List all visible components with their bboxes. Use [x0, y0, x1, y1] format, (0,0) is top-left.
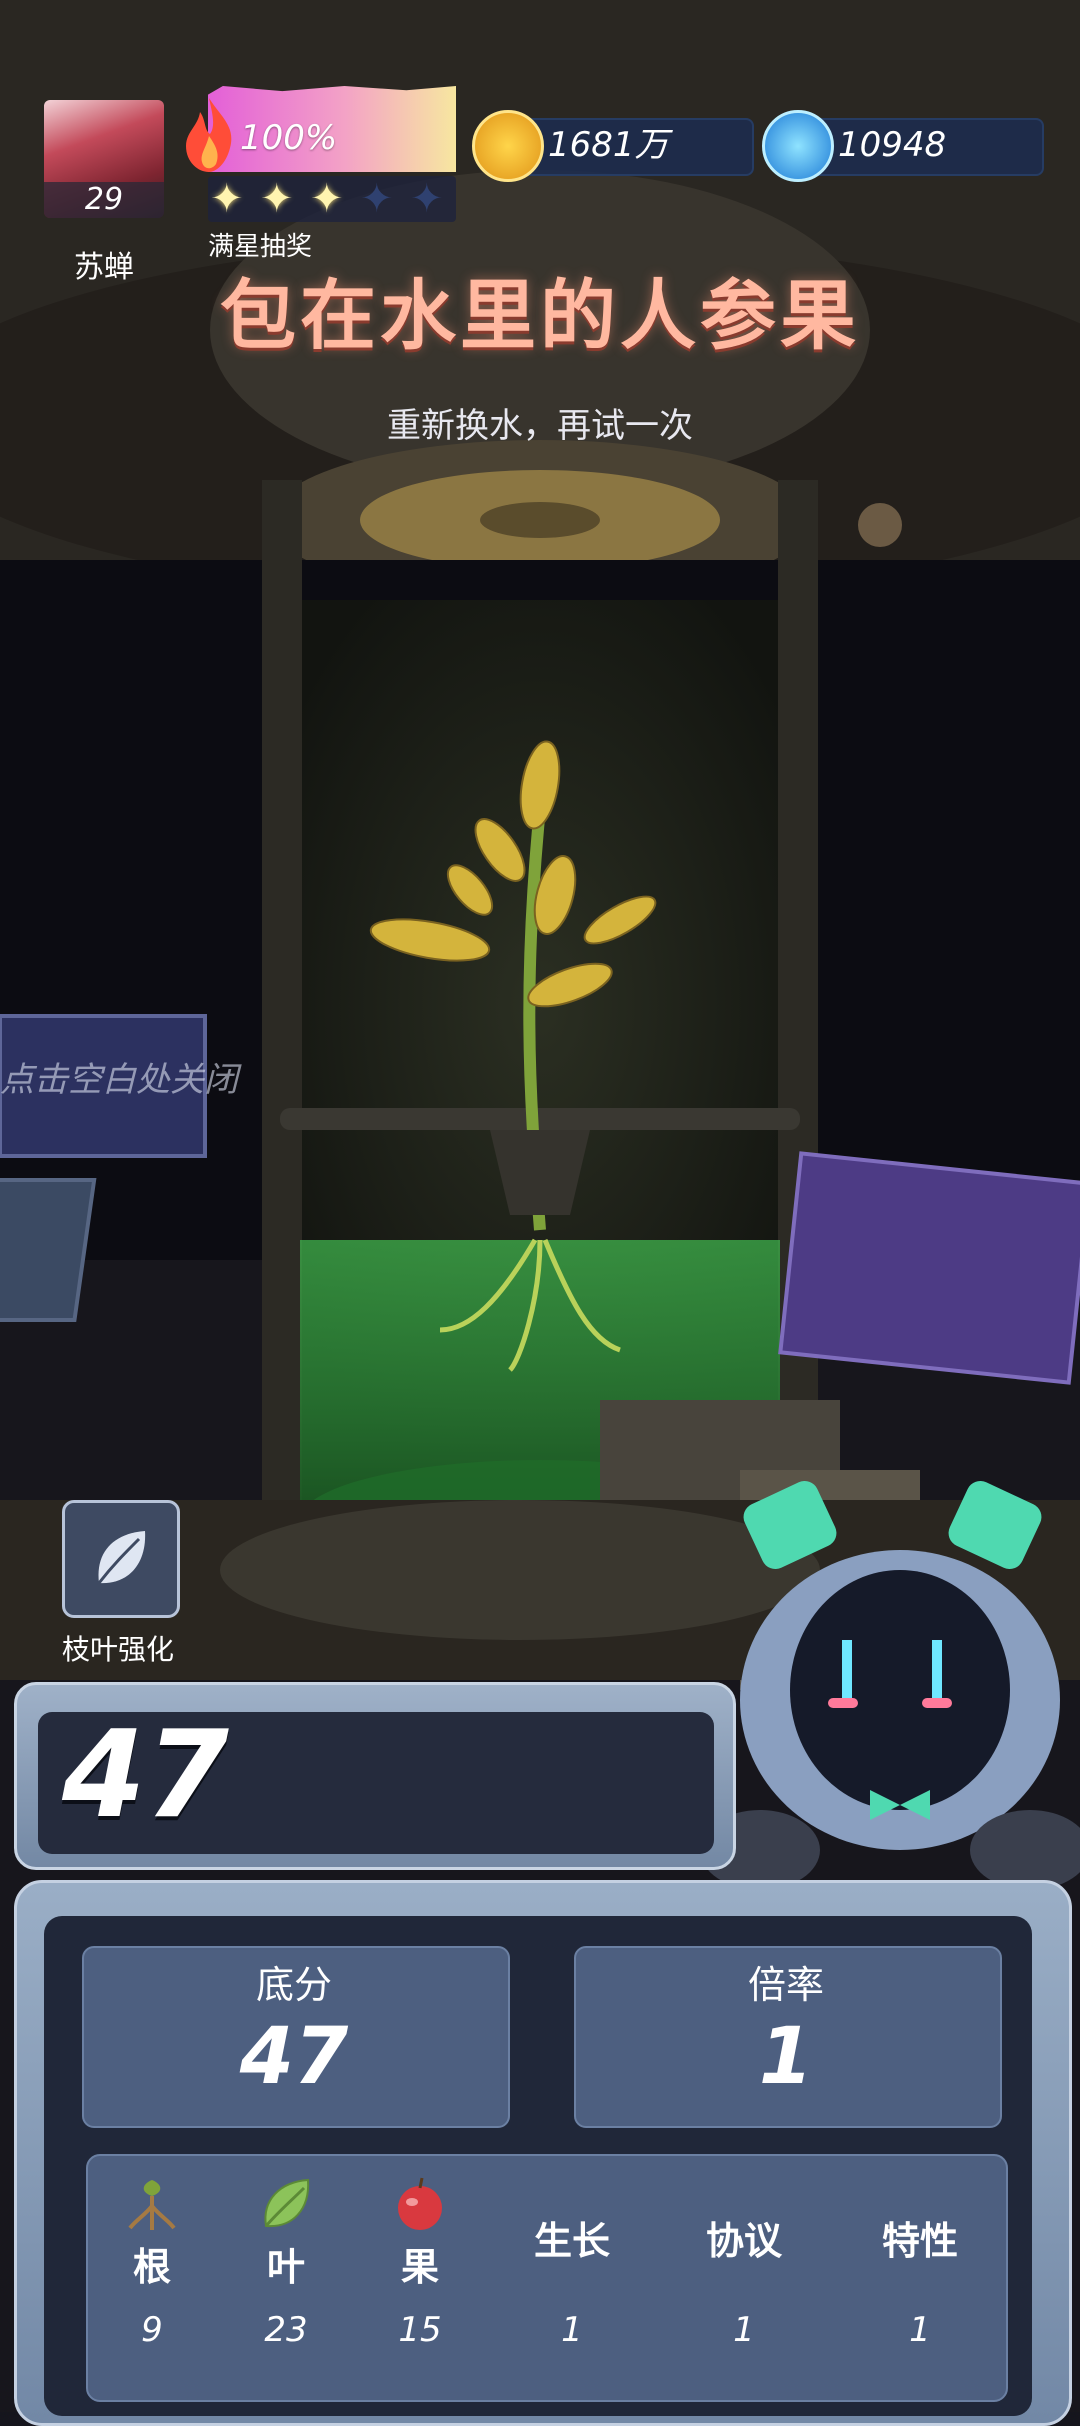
star-filled-icon: ✦ [210, 176, 244, 222]
leaf-label: 叶 [266, 2245, 305, 2289]
growth-label: 生长 [533, 2219, 610, 2263]
result-title: 包在水里的人参果 [220, 271, 860, 360]
breakdown-table [86, 2154, 1008, 2402]
leaf-enhance-label: 枝叶强化 [61, 1633, 174, 1666]
star-filled-icon: ✦ [260, 176, 294, 222]
close-hint[interactable]: 点击空白处关闭 [0, 1052, 238, 1101]
leaf-enhance-button[interactable] [62, 1500, 180, 1618]
trait-value: 1 [909, 2310, 931, 2350]
gem-icon [762, 110, 834, 182]
flame-icon [186, 98, 232, 172]
player-avatar[interactable]: 29 [44, 100, 164, 218]
leaf-icon [264, 2178, 310, 2228]
star-filled-icon: ✦ [310, 176, 344, 222]
star-empty-icon: ✦ [410, 176, 444, 222]
energy-percent: 100% [240, 118, 338, 158]
base-score-label: 底分 [255, 1963, 332, 2007]
growth-value: 1 [561, 2310, 583, 2350]
root-label: 根 [132, 2245, 171, 2289]
star-empty-icon: ✦ [360, 176, 394, 222]
multiplier-value: 1 [758, 2012, 814, 2102]
total-score: 47 [62, 1706, 229, 1845]
player-level: 29 [44, 182, 164, 218]
apple-icon [398, 2177, 442, 2230]
coin-icon [472, 110, 544, 182]
protocol-label: 协议 [705, 2219, 782, 2263]
multiplier-label: 倍率 [747, 1963, 824, 2007]
fruit-value: 15 [398, 2310, 442, 2350]
trait-label: 特性 [881, 2219, 958, 2263]
root-icon [128, 2180, 176, 2230]
leaf-icon [97, 1531, 146, 1584]
protocol-value: 1 [733, 2310, 755, 2350]
coin-amount: 1681万 [548, 125, 669, 165]
gem-amount: 10948 [838, 125, 947, 165]
result-subtitle: 重新换水，再试一次 [387, 406, 693, 446]
fruit-label: 果 [400, 2245, 439, 2289]
root-value: 9 [141, 2310, 163, 2350]
leaf-value: 23 [264, 2310, 308, 2350]
base-score-value: 47 [239, 2012, 349, 2102]
